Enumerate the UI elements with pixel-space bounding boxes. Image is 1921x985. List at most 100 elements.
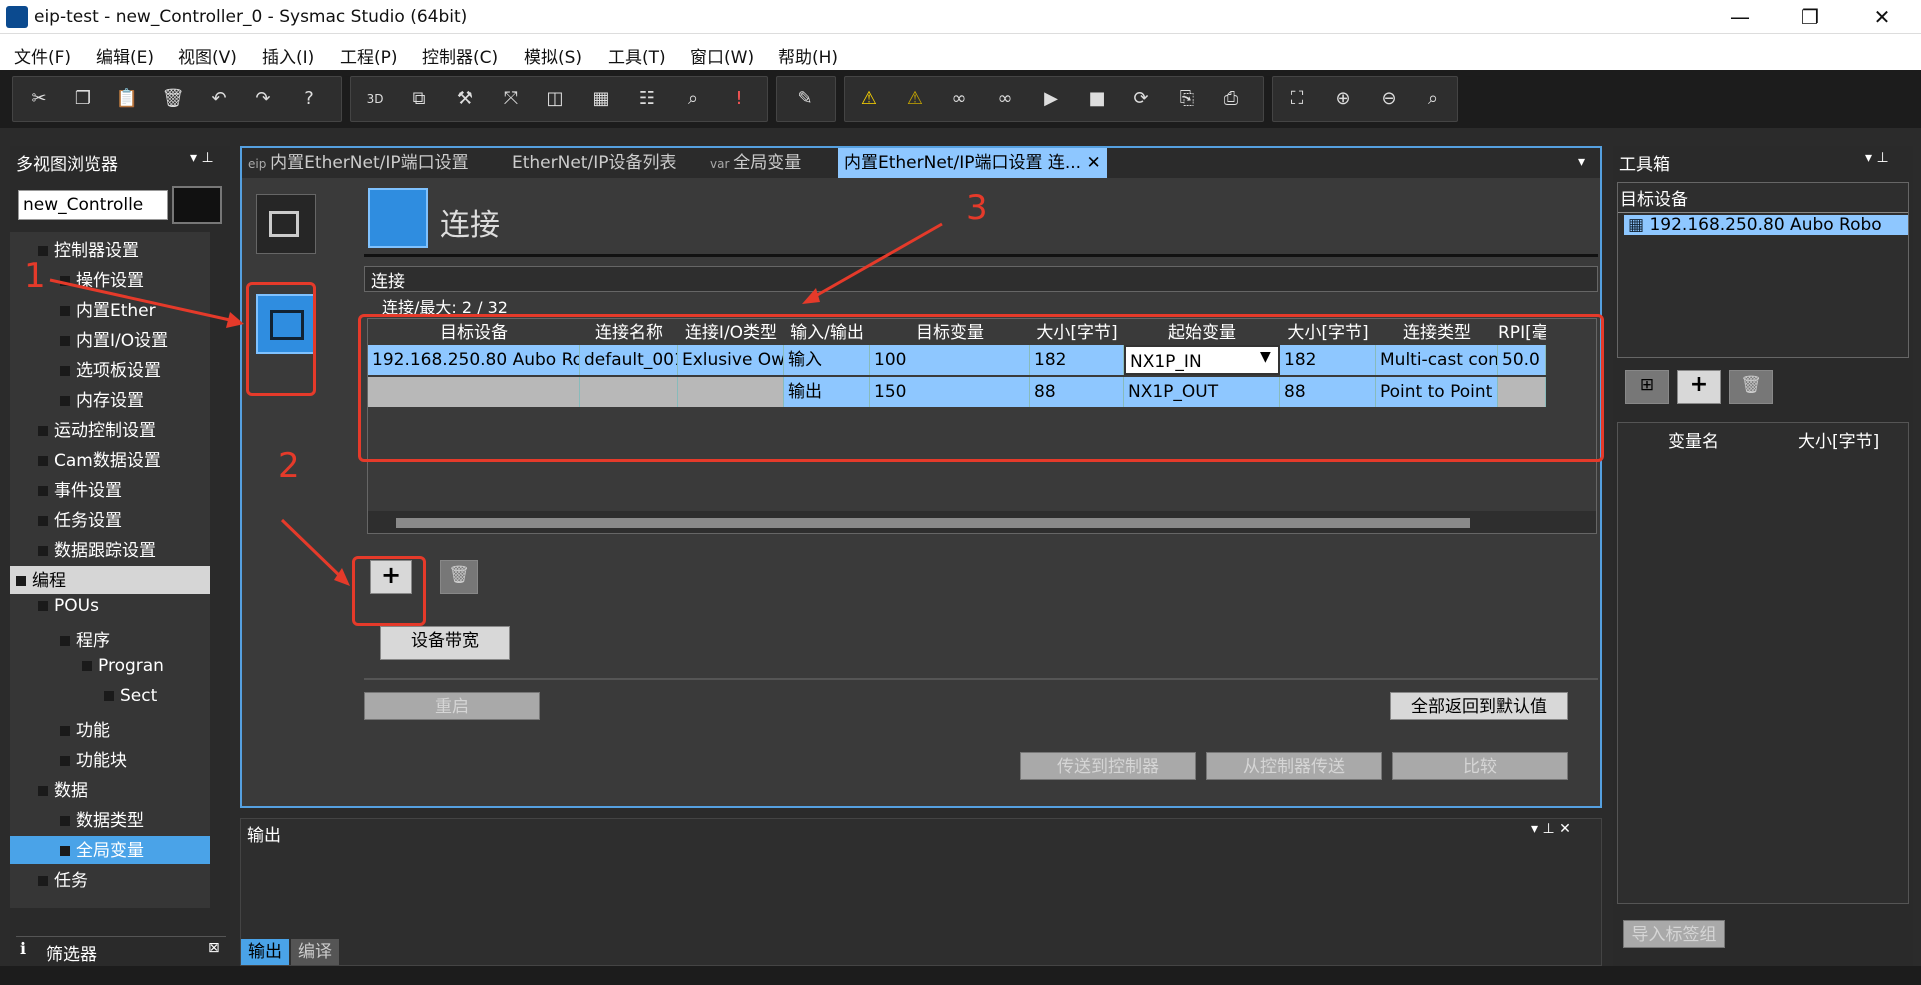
tree-item[interactable]: 数据类型 — [10, 806, 210, 834]
tree-item[interactable]: 内存设置 — [10, 386, 210, 414]
3d-icon[interactable]: 3D — [362, 86, 388, 112]
maximize-button[interactable]: ❐ — [1790, 4, 1830, 30]
pin-icon[interactable]: ▾ ⊥ — [190, 150, 214, 166]
tree-item[interactable]: 程序 — [10, 626, 210, 654]
add-connection-button[interactable]: + — [370, 560, 412, 594]
tree-item[interactable]: Progran — [10, 656, 210, 684]
tree-item[interactable]: Cam数据设置 — [10, 446, 210, 474]
tree-item-label: 全局变量 — [76, 841, 144, 861]
copy-icon[interactable]: ❐ — [70, 86, 96, 112]
output-tab-output[interactable]: 输出 — [241, 939, 289, 965]
controller-select[interactable]: new_Controlle — [18, 190, 168, 220]
target-device-item[interactable]: ▦ 192.168.250.80 Aubo Robo — [1624, 215, 1908, 235]
title-bar: eip-test - new_Controller_0 - Sysmac Stu… — [0, 0, 1921, 34]
monitor-icon[interactable]: ⎙ — [1218, 86, 1244, 112]
tree-item-label: 控制器设置 — [54, 241, 139, 261]
menu-controller[interactable]: 控制器(C) — [422, 43, 498, 68]
add-device-group-button[interactable]: ⊞ — [1625, 370, 1669, 404]
cut-icon[interactable]: ✂ — [26, 86, 52, 112]
tree-item[interactable]: 全局变量 — [10, 836, 210, 864]
cross-icon[interactable]: ⤧ — [498, 86, 524, 112]
zoom-reset-icon[interactable]: ⌕ — [1420, 86, 1446, 112]
target-device-list: 目标设备 ▦ 192.168.250.80 Aubo Robo — [1617, 182, 1909, 358]
reset-defaults-button[interactable]: 全部返回到默认值 — [1390, 692, 1568, 720]
compare-button[interactable]: 比较 — [1392, 752, 1568, 780]
menu-project[interactable]: 工程(P) — [340, 43, 398, 68]
menu-edit[interactable]: 编辑(E) — [96, 43, 154, 68]
undo-icon[interactable]: ↶ — [206, 86, 232, 112]
output-controls-icon[interactable]: ▾ ⊥ ✕ — [1531, 821, 1571, 837]
menu-window[interactable]: 窗口(W) — [690, 43, 754, 68]
tree-item[interactable]: 功能 — [10, 716, 210, 744]
tree-item[interactable]: 数据跟踪设置 — [10, 536, 210, 564]
transfer-from-controller-button[interactable]: 从控制器传送 — [1206, 752, 1382, 780]
tree-item-label: Cam数据设置 — [54, 451, 161, 471]
menu-simulation[interactable]: 模拟(S) — [524, 43, 582, 68]
alert-icon[interactable]: ! — [726, 86, 752, 112]
device-bandwidth-button[interactable]: 设备带宽 — [380, 626, 510, 660]
add-device-button[interactable]: + — [1677, 370, 1721, 404]
tree-item-label: 运动控制设置 — [54, 421, 156, 441]
arrow-2 — [280, 518, 344, 580]
warning-icon[interactable]: ⚠ — [856, 86, 882, 112]
restart-button[interactable]: 重启 — [364, 692, 540, 720]
transfer-to-controller-button[interactable]: 传送到控制器 — [1020, 752, 1196, 780]
delete-device-button[interactable]: 🗑 — [1729, 370, 1773, 404]
paste-icon[interactable]: 📋 — [114, 86, 140, 112]
network-icon[interactable]: ⎘ — [1174, 86, 1200, 112]
tree-item[interactable]: 任务 — [10, 866, 210, 894]
stop-icon[interactable]: ■ — [1084, 86, 1110, 112]
tree-item-label: 选项板设置 — [76, 361, 161, 381]
fit-icon[interactable]: ⛶ — [1284, 86, 1310, 112]
view-icon[interactable]: ◫ — [542, 86, 568, 112]
toolbox-pin-icon[interactable]: ▾ ⊥ — [1865, 150, 1889, 166]
run-icon[interactable]: ▶ — [1038, 86, 1064, 112]
tree-item[interactable]: 任务设置 — [10, 506, 210, 534]
import-tag-group-button[interactable]: 导入标签组 — [1623, 920, 1725, 948]
reset-icon[interactable]: ⟳ — [1128, 86, 1154, 112]
tree-node-icon — [60, 396, 70, 406]
tree-item[interactable]: 功能块 — [10, 746, 210, 774]
menu-insert[interactable]: 插入(I) — [262, 43, 314, 68]
menu-file[interactable]: 文件(F) — [14, 43, 71, 68]
help-icon[interactable]: ? — [296, 86, 322, 112]
tree-icon[interactable]: ☷ — [634, 86, 660, 112]
menu-tools[interactable]: 工具(T) — [608, 43, 666, 68]
tree-item[interactable]: 选项板设置 — [10, 356, 210, 384]
tree-item[interactable]: POUs — [10, 596, 210, 624]
delete-connection-button[interactable]: 🗑 — [440, 560, 478, 594]
redo-icon[interactable]: ↷ — [250, 86, 276, 112]
tree-item[interactable]: 运动控制设置 — [10, 416, 210, 444]
tree-item[interactable]: 编程 — [10, 566, 210, 594]
zoom-out-icon[interactable]: ⊖ — [1376, 86, 1402, 112]
tree-item-label: 内存设置 — [76, 391, 144, 411]
tree-item[interactable]: Sect — [10, 686, 210, 714]
content-divider — [364, 678, 1598, 680]
target-device-header: 目标设备 — [1618, 183, 1908, 213]
filter-pin-icon[interactable]: ⊠ — [208, 940, 220, 956]
build-icon[interactable]: ⚒ — [452, 86, 478, 112]
tree-item-label: POUs — [54, 596, 99, 616]
minimize-button[interactable]: — — [1720, 4, 1760, 30]
zoom-in-icon[interactable]: ⊕ — [1330, 86, 1356, 112]
tree-item[interactable]: 事件设置 — [10, 476, 210, 504]
grid-icon[interactable]: ▦ — [588, 86, 614, 112]
filter-label[interactable]: 筛选器 — [46, 940, 97, 965]
explorer-title: 多视图浏览器 — [16, 155, 118, 175]
glasses-icon[interactable]: ∞ — [946, 86, 972, 112]
binoculars-icon[interactable]: ⌕ — [680, 86, 706, 112]
glasses-off-icon[interactable]: ∞ — [992, 86, 1018, 112]
controller-image — [172, 186, 222, 224]
tree-item-label: 数据跟踪设置 — [54, 541, 156, 561]
delete-icon[interactable]: 🗑 — [160, 86, 186, 112]
output-title: 输出 — [247, 826, 281, 846]
output-tab-compile[interactable]: 编译 — [291, 939, 339, 965]
close-button[interactable]: ✕ — [1862, 4, 1902, 30]
menu-view[interactable]: 视图(V) — [178, 43, 237, 68]
tree-item-label: 任务设置 — [54, 511, 122, 531]
menu-help[interactable]: 帮助(H) — [778, 43, 838, 68]
tree-item[interactable]: 数据 — [10, 776, 210, 804]
check-icon[interactable]: ✎ — [792, 86, 818, 112]
warning-off-icon[interactable]: ⚠ — [902, 86, 928, 112]
layers-icon[interactable]: ⧉ — [406, 86, 432, 112]
